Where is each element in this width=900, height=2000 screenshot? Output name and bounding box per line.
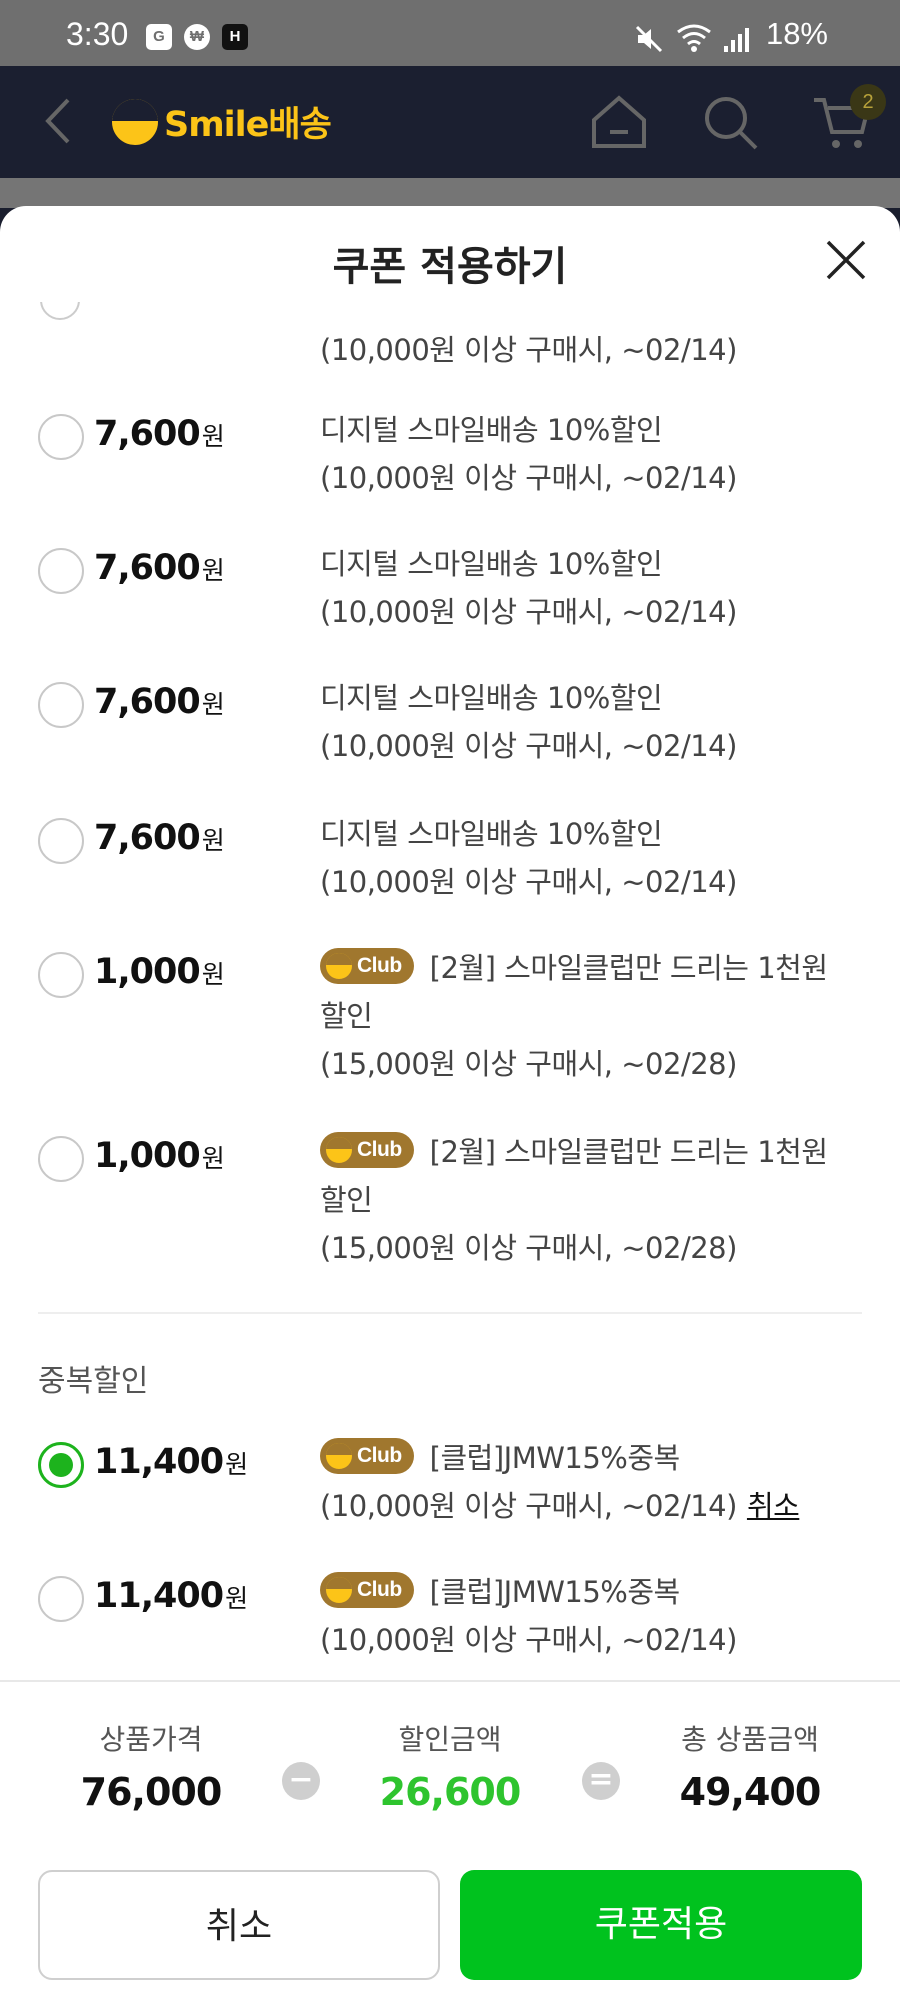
discount-label: 할인금액	[398, 1723, 502, 1756]
coupon-radio[interactable]	[38, 682, 84, 728]
h-app-icon: H	[222, 24, 248, 50]
dim-overlay	[0, 178, 900, 208]
coupon-name: 디지털 스마일배송 10%할인	[320, 413, 663, 447]
coupon-radio[interactable]	[38, 414, 84, 460]
discount-value: 26,600	[379, 1770, 522, 1814]
coupon-sheet: 쿠폰 적용하기 (10,000원 이상 구매시, ~02/14) 7,600원 …	[0, 206, 900, 2000]
section-divider	[38, 1312, 862, 1314]
coupon-radio[interactable]	[38, 952, 84, 998]
status-time: 3:30	[66, 16, 129, 52]
smile-logo-icon	[112, 98, 158, 145]
coupon-condition: (10,000원 이상 구매시, ~02/14)	[320, 1623, 737, 1657]
coupon-name: Club [2월] 스마일클럽만 드리는 1천원 할인	[320, 1128, 860, 1224]
coupon-condition: (15,000원 이상 구매시, ~02/28)	[320, 1231, 737, 1265]
coupon-description: Club [2월] 스마일클럽만 드리는 1천원 할인 (15,000원 이상 구…	[320, 1128, 860, 1272]
signal-icon	[724, 28, 749, 52]
coupon-name: Club [클럽]JMW15%중복	[320, 1434, 880, 1482]
battery-percent: 18%	[765, 16, 828, 51]
coupon-amount: 7,600원	[94, 682, 225, 722]
coupon-name: Club [2월] 스마일클럽만 드리는 1천원 할인	[320, 944, 860, 1040]
discount-block: 할인금액 26,600	[335, 1718, 565, 1814]
coupon-condition: (10,000원 이상 구매시, ~02/14)	[320, 865, 737, 899]
coupon-radio[interactable]	[38, 818, 84, 864]
product-price-label: 상품가격	[99, 1723, 203, 1756]
product-price-block: 상품가격 76,000	[36, 1718, 266, 1814]
coupon-radio[interactable]	[40, 302, 80, 320]
coupon-name: Club [클럽]JMW15%중복	[320, 1568, 860, 1616]
product-price-value: 76,000	[80, 1770, 223, 1814]
coupon-list[interactable]: (10,000원 이상 구매시, ~02/14) 7,600원 디지털 스마일배…	[0, 302, 900, 1680]
coupon-description: Club [클럽]JMW15%중복 (10,000원 이상 구매시, ~02/14…	[320, 1568, 860, 1664]
equals-icon: =	[582, 1762, 620, 1800]
coupon-description: 디지털 스마일배송 10%할인 (10,000원 이상 구매시, ~02/14)	[320, 540, 860, 636]
cancel-button[interactable]: 취소	[38, 1870, 440, 1980]
coupon-name: 디지털 스마일배송 10%할인	[320, 681, 663, 715]
back-arrow-icon[interactable]	[38, 96, 78, 146]
home-icon[interactable]	[588, 94, 650, 150]
club-badge: Club	[320, 948, 414, 984]
won-app-icon: ₩	[184, 24, 210, 50]
coupon-amount: 1,000원	[94, 1136, 225, 1176]
smile-logo-icon	[326, 953, 352, 979]
notification-icon: G	[146, 24, 172, 50]
coupon-description: 디지털 스마일배송 10%할인 (10,000원 이상 구매시, ~02/14)	[320, 406, 860, 502]
total-value: 49,400	[679, 1770, 822, 1814]
smile-logo-icon	[326, 1137, 352, 1163]
coupon-amount: 11,400원	[94, 1442, 248, 1482]
coupon-radio[interactable]	[38, 1576, 84, 1622]
coupon-description: 디지털 스마일배송 10%할인 (10,000원 이상 구매시, ~02/14)	[320, 810, 860, 906]
coupon-name: 디지털 스마일배송 10%할인	[320, 817, 663, 851]
status-bar: 3:30 G ₩ H 18%	[0, 0, 900, 66]
wifi-icon	[677, 24, 711, 52]
total-block: 총 상품금액 49,400	[635, 1718, 865, 1814]
total-label: 총 상품금액	[681, 1723, 819, 1756]
mute-icon	[635, 25, 663, 53]
coupon-description: Club [클럽]JMW15%중복 (10,000원 이상 구매시, ~02/14…	[320, 1434, 880, 1530]
coupon-condition: (10,000원 이상 구매시, ~02/14) 취소	[320, 1489, 800, 1523]
sheet-title: 쿠폰 적용하기	[332, 244, 568, 290]
coupon-amount: 7,600원	[94, 414, 225, 454]
coupon-condition: (10,000원 이상 구매시, ~02/14)	[320, 595, 737, 629]
coupon-name: 디지털 스마일배송 10%할인	[320, 547, 663, 581]
smile-logo-icon	[326, 1443, 352, 1469]
coupon-condition: (15,000원 이상 구매시, ~02/28)	[320, 1047, 737, 1081]
coupon-radio[interactable]	[38, 548, 84, 594]
smile-logo-icon	[326, 1577, 352, 1603]
coupon-amount: 1,000원	[94, 952, 225, 992]
minus-icon: −	[282, 1762, 320, 1800]
coupon-radio-selected[interactable]	[38, 1442, 84, 1488]
club-badge: Club	[320, 1572, 414, 1608]
coupon-amount: 11,400원	[94, 1576, 248, 1616]
coupon-amount: 7,600원	[94, 548, 225, 588]
cancel-coupon-link[interactable]: 취소	[747, 1489, 800, 1523]
app-bar: Smile배송	[0, 66, 900, 178]
duplicate-discount-label: 중복할인	[38, 1364, 149, 1399]
coupon-amount: 7,600원	[94, 818, 225, 858]
coupon-condition: (10,000원 이상 구매시, ~02/14)	[320, 461, 737, 495]
coupon-radio[interactable]	[38, 1136, 84, 1182]
search-icon[interactable]	[702, 94, 760, 152]
club-badge: Club	[320, 1132, 414, 1168]
coupon-description: Club [2월] 스마일클럽만 드리는 1천원 할인 (15,000원 이상 구…	[320, 944, 860, 1088]
coupon-condition: (10,000원 이상 구매시, ~02/14)	[320, 729, 737, 763]
close-icon[interactable]	[822, 236, 870, 284]
cart-count-badge: 2	[850, 84, 886, 120]
price-summary: 상품가격 76,000 − 할인금액 26,600 = 총 상품금액 49,40…	[0, 1680, 900, 2000]
apply-coupon-button[interactable]: 쿠폰적용	[460, 1870, 862, 1980]
smile-delivery-logo[interactable]: Smile배송	[112, 96, 332, 147]
coupon-description: 디지털 스마일배송 10%할인 (10,000원 이상 구매시, ~02/14)	[320, 674, 860, 770]
coupon-condition: (10,000원 이상 구매시, ~02/14)	[320, 333, 737, 367]
club-badge: Club	[320, 1438, 414, 1474]
